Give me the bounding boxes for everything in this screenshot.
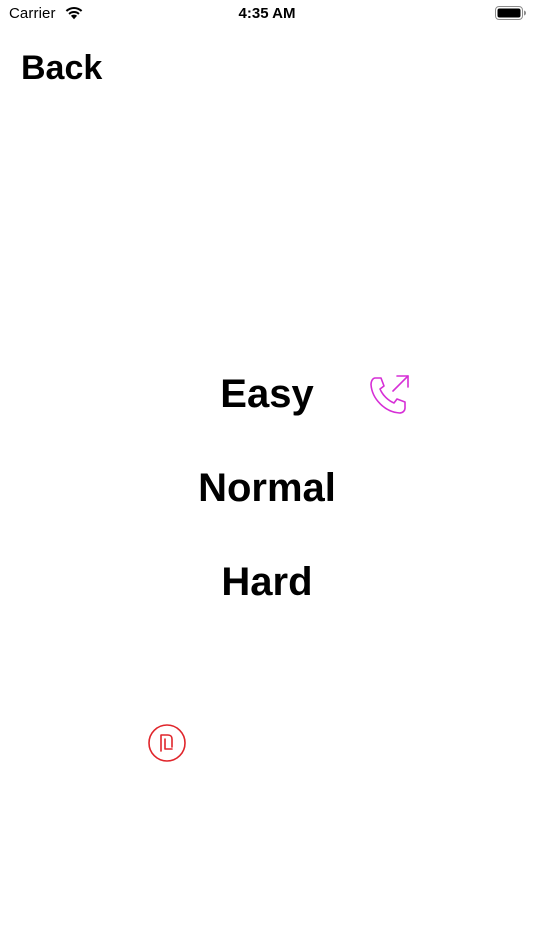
difficulty-normal-button[interactable]: Normal <box>0 464 534 512</box>
status-bar: Carrier 4:35 AM <box>0 0 534 28</box>
shekel-circle-icon[interactable] <box>147 723 187 763</box>
difficulty-hard-button[interactable]: Hard <box>0 558 534 606</box>
back-button[interactable]: Back <box>21 47 102 89</box>
phone-outgoing-icon[interactable] <box>366 373 414 421</box>
status-time: 4:35 AM <box>238 5 296 22</box>
difficulty-easy-button[interactable]: Easy <box>0 370 534 418</box>
battery-icon <box>495 6 527 20</box>
